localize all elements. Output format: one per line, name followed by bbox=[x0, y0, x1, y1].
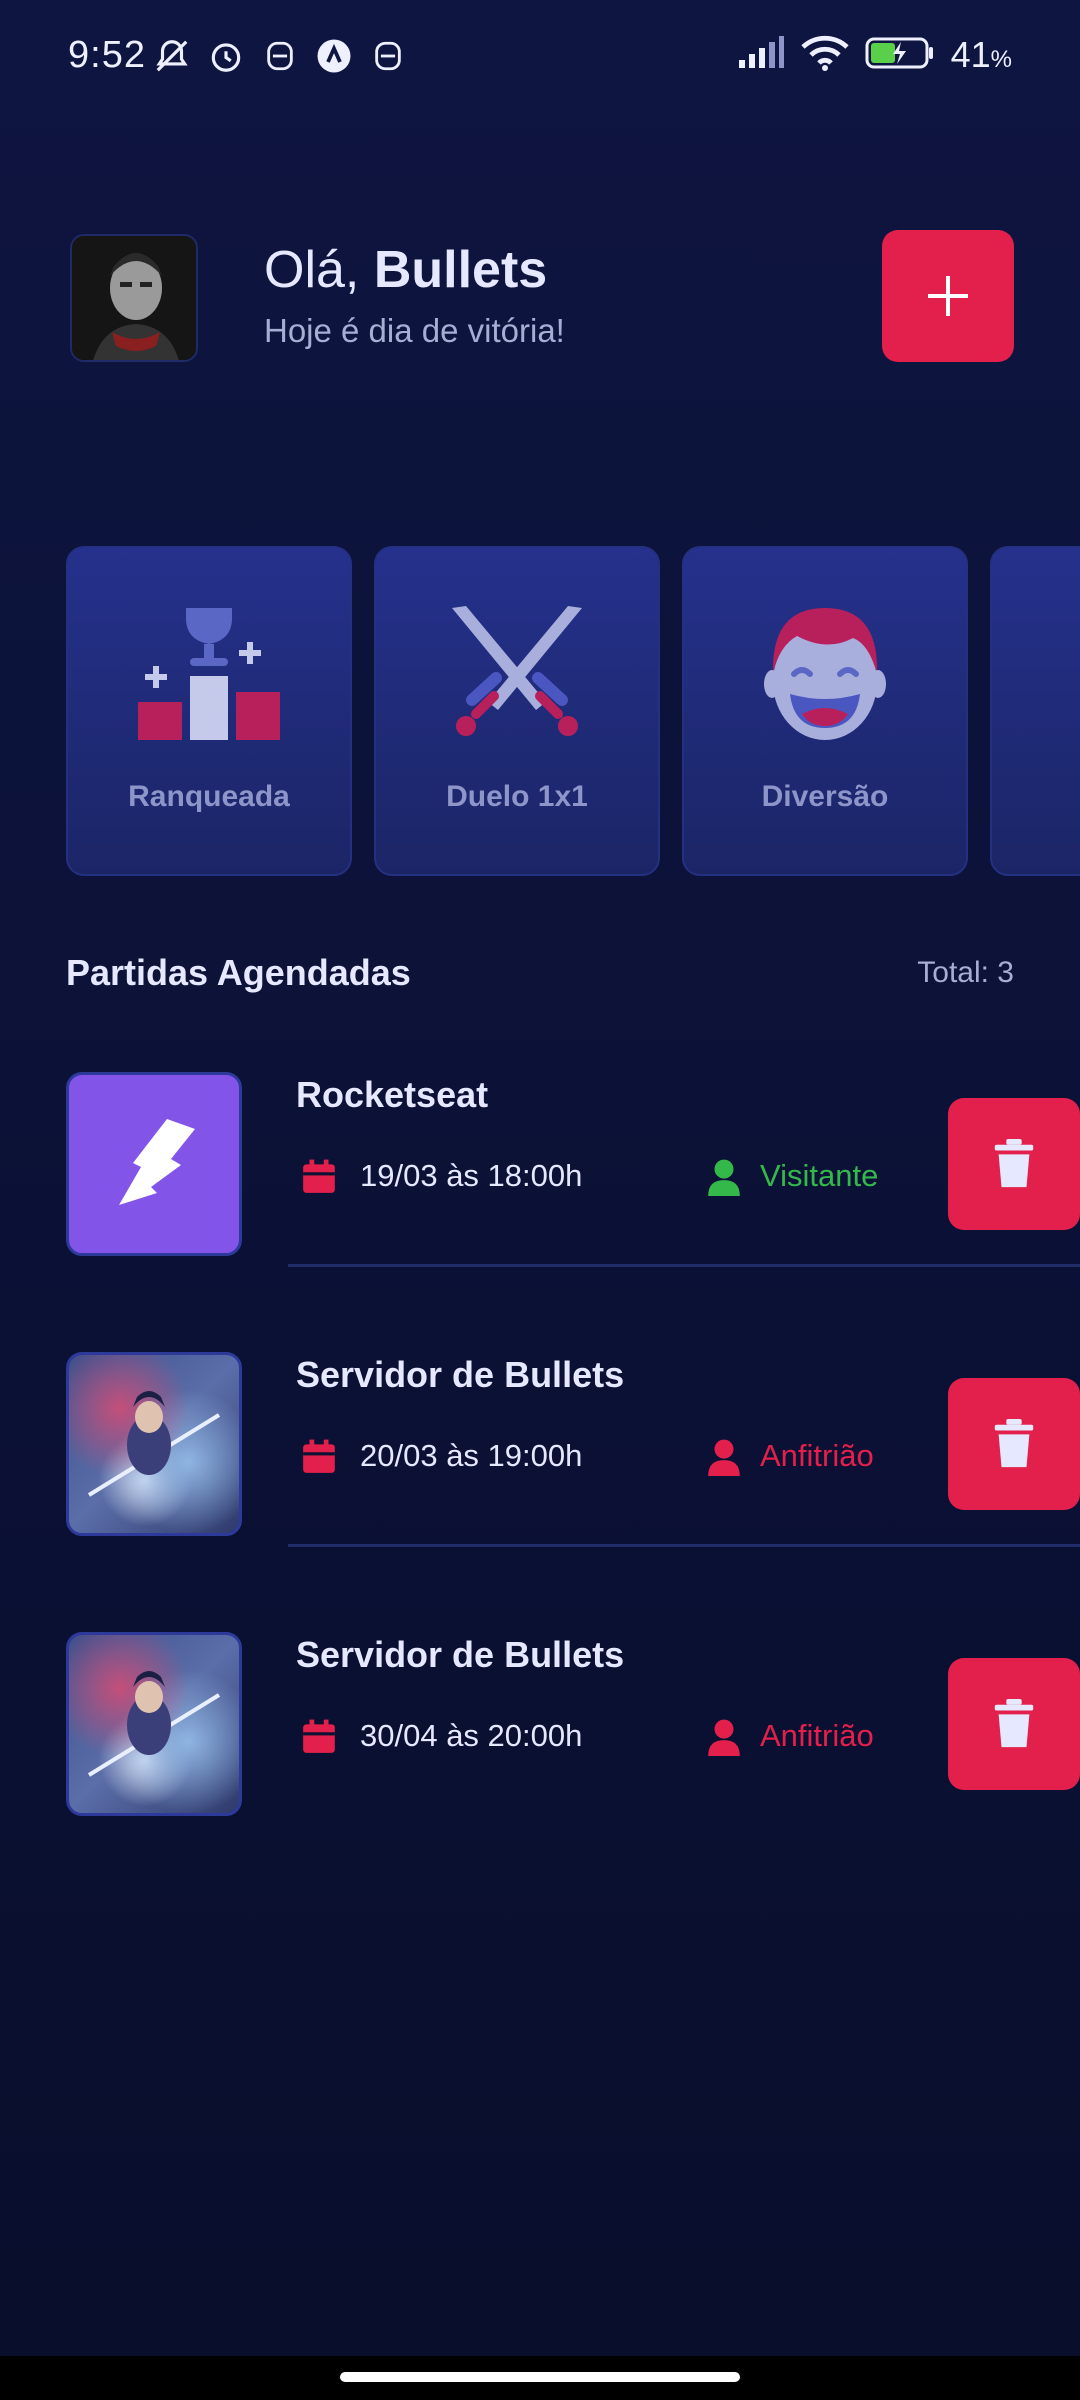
trash-icon bbox=[994, 1419, 1034, 1468]
match-date: 30/04 às 20:00h bbox=[360, 1718, 583, 1753]
section-title: Partidas Agendadas bbox=[66, 952, 411, 993]
add-match-button[interactable] bbox=[882, 230, 1014, 362]
crossed-swords-icon bbox=[452, 606, 582, 736]
delete-match-button[interactable] bbox=[948, 1378, 1080, 1510]
category-card-diversao[interactable]: Diversão bbox=[682, 546, 968, 876]
list-item[interactable]: Rocketseat 19/03 às 18:00h Visitante bbox=[0, 1072, 1080, 1302]
user-icon bbox=[708, 1438, 740, 1481]
user-name: Bullets bbox=[373, 241, 548, 299]
app-notification-icon bbox=[260, 36, 300, 76]
match-date: 20/03 às 19:00h bbox=[360, 1438, 583, 1473]
delete-match-button[interactable] bbox=[948, 1098, 1080, 1230]
calendar-icon bbox=[300, 1718, 338, 1761]
status-system-icons: 41% bbox=[737, 34, 1012, 76]
category-card-partial[interactable] bbox=[990, 546, 1080, 876]
status-notification-icons bbox=[152, 36, 408, 76]
trash-icon bbox=[994, 1139, 1034, 1188]
status-bar: 9:52 41% bbox=[0, 0, 1080, 120]
match-name: Servidor de Bullets bbox=[296, 1354, 625, 1395]
calendar-icon bbox=[300, 1438, 338, 1481]
battery-level: 41% bbox=[950, 34, 1012, 75]
category-card-ranqueada[interactable]: Ranqueada bbox=[66, 546, 352, 876]
delete-match-button[interactable] bbox=[948, 1658, 1080, 1790]
laughing-face-icon bbox=[764, 608, 886, 740]
match-role: Anfitrião bbox=[760, 1438, 874, 1473]
server-art-image bbox=[66, 1352, 242, 1536]
user-icon bbox=[708, 1718, 740, 1761]
user-icon bbox=[708, 1158, 740, 1201]
nav-app-icon bbox=[314, 36, 354, 76]
wifi-icon bbox=[800, 35, 849, 76]
match-role: Anfitrião bbox=[760, 1718, 874, 1753]
list-item[interactable]: Servidor de Bullets 30/04 às 20:00h Anfi… bbox=[0, 1632, 1080, 1862]
home-indicator[interactable] bbox=[340, 2372, 740, 2382]
plus-icon bbox=[928, 276, 968, 316]
match-date: 19/03 às 18:00h bbox=[360, 1158, 583, 1193]
divider bbox=[288, 1264, 1080, 1267]
category-carousel[interactable]: Ranqueada Duelo 1x1 Diversão bbox=[66, 546, 1080, 878]
match-name: Servidor de Bullets bbox=[296, 1634, 625, 1675]
greeting: Olá, Bullets bbox=[264, 241, 548, 299]
match-name: Rocketseat bbox=[296, 1074, 489, 1115]
divider bbox=[288, 1544, 1080, 1547]
signal-icon bbox=[737, 35, 785, 75]
muted-bell-icon bbox=[152, 36, 192, 76]
partial-card-icon bbox=[998, 604, 1080, 744]
match-role: Visitante bbox=[760, 1158, 879, 1193]
greeting-subtitle: Hoje é dia de vitória! bbox=[264, 312, 565, 349]
category-label: Diversão bbox=[761, 780, 889, 813]
list-item[interactable]: Servidor de Bullets 20/03 às 19:00h Anfi… bbox=[0, 1352, 1080, 1582]
avatar[interactable] bbox=[70, 234, 198, 362]
category-card-duelo[interactable]: Duelo 1x1 bbox=[374, 546, 660, 876]
server-art-image bbox=[66, 1632, 242, 1816]
battery-charging-icon bbox=[865, 36, 935, 75]
status-time: 9:52 bbox=[68, 34, 146, 76]
rocketseat-logo bbox=[66, 1072, 242, 1256]
calendar-icon bbox=[300, 1158, 338, 1201]
ranked-podium-icon bbox=[138, 608, 280, 740]
matches-total: Total: 3 bbox=[917, 956, 1014, 989]
category-label: Duelo 1x1 bbox=[446, 780, 588, 813]
alarm-icon bbox=[206, 36, 246, 76]
trash-icon bbox=[994, 1699, 1034, 1748]
category-label: Ranqueada bbox=[128, 780, 290, 813]
app-notification-icon bbox=[368, 36, 408, 76]
